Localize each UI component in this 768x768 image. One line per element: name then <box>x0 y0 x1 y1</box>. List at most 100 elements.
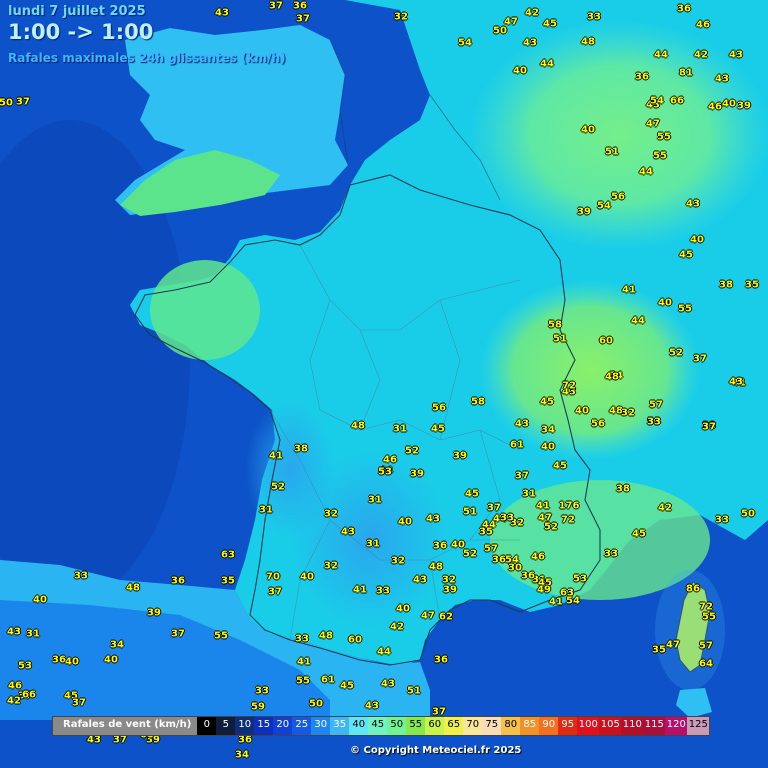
station-value: 31 <box>522 488 536 500</box>
station-value: 35 <box>221 575 235 587</box>
color-legend: Rafales de vent (km/h) 0 5 10 15 20 25 30 35 40 4… <box>52 716 711 736</box>
station-value: 46 <box>383 454 397 466</box>
station-value: 33 <box>647 416 661 428</box>
station-value: 30 <box>508 562 522 574</box>
station-value: 43 <box>341 526 355 538</box>
legend-step: 40 <box>349 717 369 735</box>
station-value: 62 <box>439 611 453 623</box>
station-value: 57 <box>484 543 498 555</box>
station-value: 45 <box>553 460 567 472</box>
station-value: 39 <box>443 584 457 596</box>
legend-steps: 0 5 10 15 20 25 30 35 40 45 50 55 60 65 70 75 80 85 90 95 10… <box>197 717 710 735</box>
station-value: 45 <box>340 680 354 692</box>
station-value: 53 <box>378 466 392 478</box>
station-value: 46 <box>696 19 710 31</box>
station-value: 61 <box>321 674 335 686</box>
station-value: 55 <box>657 131 671 143</box>
station-value: 33 <box>255 685 269 697</box>
station-value: 48 <box>319 630 333 642</box>
station-value: 52 <box>271 481 285 493</box>
station-value: 40 <box>722 98 736 110</box>
station-value: 47 <box>646 118 660 130</box>
legend-step: 65 <box>444 717 464 735</box>
station-value: 51 <box>553 333 567 345</box>
legend-step: 10 <box>235 717 255 735</box>
legend-step: 25 <box>292 717 312 735</box>
station-value: 63 <box>221 549 235 561</box>
station-value: 41 <box>549 596 563 608</box>
legend-step: 50 <box>387 717 407 735</box>
station-value: 43 <box>686 198 700 210</box>
legend-step: 125 <box>687 717 710 735</box>
station-value: 36 <box>293 0 307 12</box>
station-value: 53 <box>573 573 587 585</box>
station-value: 39 <box>453 450 467 462</box>
legend-step: 5 <box>216 717 236 735</box>
legend-step: 90 <box>539 717 559 735</box>
station-value: 37 <box>693 353 707 365</box>
legend-step: 20 <box>273 717 293 735</box>
station-value: 42 <box>658 502 672 514</box>
legend-step: 115 <box>643 717 666 735</box>
station-value: 46 <box>708 101 722 113</box>
station-value: 52 <box>669 347 683 359</box>
station-value: 46 <box>531 551 545 563</box>
station-value: 39 <box>737 100 751 112</box>
station-value: 41 <box>622 284 636 296</box>
station-value: 40 <box>300 571 314 583</box>
station-value: 43 <box>715 73 729 85</box>
legend-step: 45 <box>368 717 388 735</box>
station-value: 31 <box>368 494 382 506</box>
station-value: 40 <box>690 234 704 246</box>
station-value: 55 <box>653 150 667 162</box>
station-value: 55 <box>296 675 310 687</box>
legend-step: 35 <box>330 717 350 735</box>
station-value: 36 <box>521 570 535 582</box>
station-value: 40 <box>396 603 410 615</box>
station-value: 41 <box>536 500 550 512</box>
station-value: 60 <box>599 335 613 347</box>
station-value: 42 <box>7 695 21 707</box>
legend-step: 30 <box>311 717 331 735</box>
station-value: 45 <box>632 528 646 540</box>
station-value: 45 <box>543 18 557 30</box>
station-value: 39 <box>410 468 424 480</box>
station-value: 44 <box>639 166 653 178</box>
station-value: 60 <box>348 634 362 646</box>
station-value: 42 <box>390 621 404 633</box>
station-value: 40 <box>398 516 412 528</box>
station-value: 32 <box>394 11 408 23</box>
station-value: 45 <box>679 249 693 261</box>
station-value: 54 <box>597 200 611 212</box>
station-value: 56 <box>591 418 605 430</box>
station-value: 40 <box>581 124 595 136</box>
station-value: 43 <box>729 49 743 61</box>
station-value: 38 <box>719 279 733 291</box>
station-value: 50 <box>493 25 507 37</box>
station-value: 50 <box>309 698 323 710</box>
station-value: 43 <box>365 700 379 712</box>
station-value: 40 <box>65 656 79 668</box>
legend-step: 15 <box>254 717 274 735</box>
station-value: 51 <box>407 685 421 697</box>
station-value: 35 <box>479 526 493 538</box>
station-value: 54 <box>458 37 472 49</box>
station-value: 48 <box>581 36 595 48</box>
station-value: 43 <box>729 376 743 388</box>
station-value: 33 <box>376 585 390 597</box>
station-value: 32 <box>324 508 338 520</box>
station-value: 40 <box>513 65 527 77</box>
station-value: 38 <box>616 483 630 495</box>
station-value: 59 <box>251 701 265 713</box>
station-value: 50 <box>0 97 13 109</box>
station-value: 52 <box>463 548 477 560</box>
station-value: 40 <box>33 594 47 606</box>
station-value: 64 <box>699 658 713 670</box>
station-value: 81 <box>679 67 693 79</box>
station-value: 35 <box>652 644 666 656</box>
station-value: 36 <box>52 654 66 666</box>
station-value: 37 <box>171 628 185 640</box>
station-value: 72 <box>561 514 575 526</box>
station-value: 70 <box>266 571 280 583</box>
northeast-wind-zone <box>470 20 768 250</box>
